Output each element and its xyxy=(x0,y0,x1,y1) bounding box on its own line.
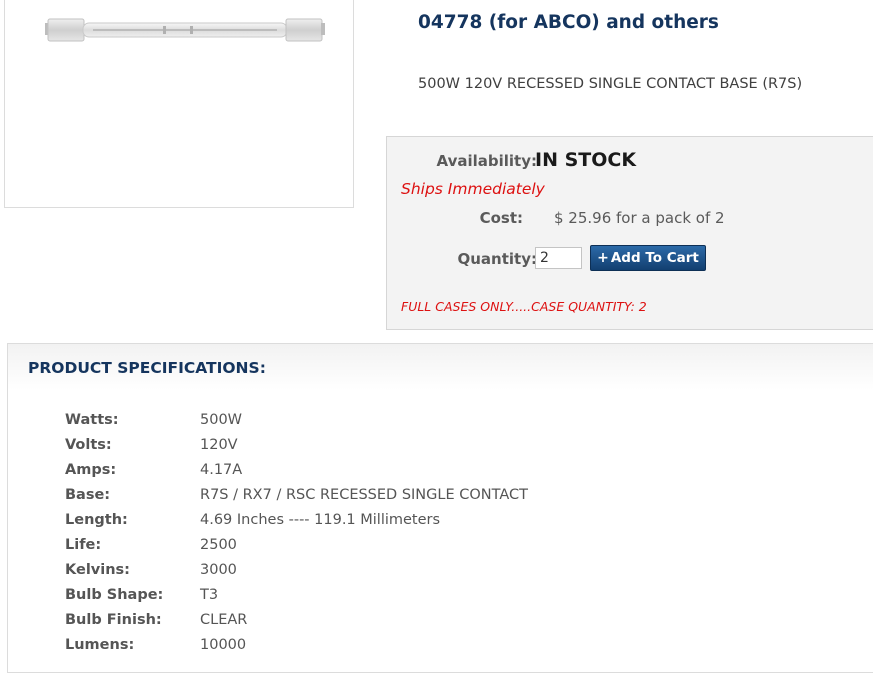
spec-value: 2500 xyxy=(200,537,237,553)
spec-row-amps: Amps: 4.17A xyxy=(65,462,765,487)
availability-label: Availability: xyxy=(436,152,538,170)
product-description: 500W 120V RECESSED SINGLE CONTACT BASE (… xyxy=(418,76,803,92)
spec-value: 120V xyxy=(200,437,238,453)
spec-label: Lumens: xyxy=(65,637,135,653)
product-title: 04778 (for ABCO) and others xyxy=(418,12,719,33)
spec-row-bulb-shape: Bulb Shape: T3 xyxy=(65,587,765,612)
purchase-panel: Availability: IN STOCK Ships Immediately… xyxy=(386,136,873,330)
spec-row-base: Base: R7S / RX7 / RSC RECESSED SINGLE CO… xyxy=(65,487,765,512)
availability-status: IN STOCK xyxy=(535,149,637,171)
spec-row-volts: Volts: 120V xyxy=(65,437,765,462)
spec-row-life: Life: 2500 xyxy=(65,537,765,562)
spec-value: T3 xyxy=(200,587,219,603)
add-to-cart-button[interactable]: + Add To Cart xyxy=(590,245,706,271)
spec-label: Length: xyxy=(65,512,128,528)
spec-value: 500W xyxy=(200,412,243,428)
spec-label: Life: xyxy=(65,537,102,553)
spec-label: Bulb Finish: xyxy=(65,612,162,628)
spec-row-bulb-finish: Bulb Finish: CLEAR xyxy=(65,612,765,637)
spec-value: R7S / RX7 / RSC RECESSED SINGLE CONTACT xyxy=(200,487,528,503)
spec-row-kelvins: Kelvins: 3000 xyxy=(65,562,765,587)
ships-notice: Ships Immediately xyxy=(401,180,545,198)
spec-label: Base: xyxy=(65,487,111,503)
plus-icon: + xyxy=(597,250,609,266)
spec-row-lumens: Lumens: 10000 xyxy=(65,637,765,662)
spec-value: CLEAR xyxy=(200,612,248,628)
case-quantity-notice: FULL CASES ONLY.....CASE QUANTITY: 2 xyxy=(401,299,647,314)
spec-label: Amps: xyxy=(65,462,117,478)
spec-label: Volts: xyxy=(65,437,112,453)
spec-row-watts: Watts: 500W xyxy=(65,412,765,437)
spec-value: 3000 xyxy=(200,562,237,578)
quantity-label: Quantity: xyxy=(457,250,538,268)
halogen-bulb-image xyxy=(45,18,325,42)
product-specifications: PRODUCT SPECIFICATIONS: Watts: 500W Volt… xyxy=(7,343,873,673)
add-to-cart-label: Add To Cart xyxy=(610,250,699,266)
spec-label: Kelvins: xyxy=(65,562,130,578)
spec-label: Watts: xyxy=(65,412,119,428)
cost-value: $ 25.96 for a pack of 2 xyxy=(554,209,725,227)
spec-value: 4.17A xyxy=(200,462,243,478)
spec-value: 4.69 Inches ---- 119.1 Millimeters xyxy=(200,512,441,528)
quantity-input[interactable] xyxy=(535,247,582,269)
spec-value: 10000 xyxy=(200,637,247,653)
spec-label: Bulb Shape: xyxy=(65,587,164,603)
spec-row-length: Length: 4.69 Inches ---- 119.1 Millimete… xyxy=(65,512,765,537)
product-image-frame xyxy=(4,0,354,208)
specs-title: PRODUCT SPECIFICATIONS: xyxy=(28,359,266,377)
cost-label: Cost: xyxy=(479,209,523,227)
